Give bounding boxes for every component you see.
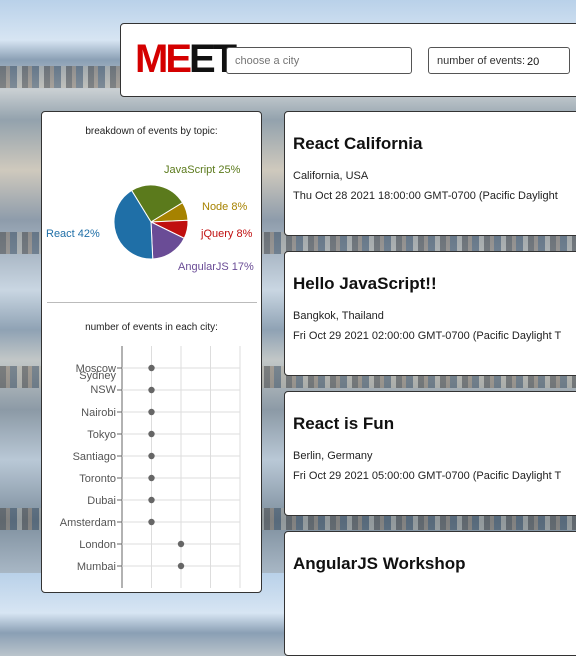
event-location: California, USA (293, 170, 369, 182)
pie-label-react: React 42% (46, 228, 100, 240)
event-title: React is Fun (293, 414, 395, 433)
y-tick-label: Mumbai (77, 561, 116, 573)
event-location: Berlin, Germany (293, 450, 373, 462)
charts-panel: breakdown of events by topic: JavaScript… (41, 111, 262, 593)
data-point-toronto[interactable] (148, 474, 155, 482)
chart-divider (47, 302, 257, 303)
city-chart-title: number of events in each city: (85, 322, 218, 333)
event-card[interactable]: Hello JavaScript!! Bangkok, Thailand Fri… (284, 251, 576, 376)
y-tick-label: Toronto (79, 473, 116, 485)
app-header: MEET number of events: (120, 23, 576, 97)
event-title: AngularJS Workshop (293, 554, 466, 573)
data-point-amsterdam[interactable] (148, 518, 155, 526)
y-tick-label: NSW (90, 384, 116, 396)
event-date: Fri Oct 29 2021 05:00:00 GMT-0700 (Pacif… (293, 470, 562, 482)
city-scatter-chart: MoscowSydneyNSWNairobiTokyoSantiagoToron… (60, 346, 241, 588)
pie-label-jquery: jQuery 8% (200, 228, 253, 240)
pie-label-angularjs: AngularJS 17% (178, 261, 254, 273)
data-point-moscow[interactable] (148, 364, 155, 372)
y-tick-label: Amsterdam (60, 517, 116, 529)
y-tick-label: Tokyo (87, 429, 116, 441)
pie-label-javascript: JavaScript 25% (164, 164, 241, 176)
data-point-nairobi[interactable] (148, 408, 155, 416)
city-search-input[interactable] (226, 47, 412, 74)
event-card[interactable]: React is Fun Berlin, Germany Fri Oct 29 … (284, 391, 576, 516)
event-card[interactable]: AngularJS Workshop (284, 531, 576, 656)
y-tick-label: Nairobi (81, 407, 116, 419)
data-point-london[interactable] (177, 540, 185, 548)
number-of-events-field: number of events: (428, 47, 570, 74)
topic-pie-chart: JavaScript 25% Node 8% jQuery 8% AngularJS … (46, 164, 254, 273)
y-tick-label: Santiago (73, 451, 116, 463)
event-date: Fri Oct 29 2021 02:00:00 GMT-0700 (Pacif… (293, 330, 562, 342)
event-title: Hello JavaScript!! (293, 274, 437, 293)
y-tick-label: London (79, 539, 116, 551)
event-card[interactable]: React California California, USA Thu Oct… (284, 111, 576, 236)
event-date: Thu Oct 28 2021 18:00:00 GMT-0700 (Pacif… (293, 190, 558, 202)
data-point-mumbai[interactable] (177, 562, 185, 570)
event-location: Bangkok, Thailand (293, 310, 384, 322)
data-point-santiago[interactable] (148, 452, 155, 460)
data-point-tokyo[interactable] (148, 430, 155, 438)
y-tick-label: Sydney (79, 370, 116, 382)
pie-label-node: Node 8% (202, 201, 247, 213)
number-of-events-input[interactable] (525, 51, 569, 72)
y-tick-label: Dubai (87, 495, 116, 507)
data-point-dubai[interactable] (148, 496, 155, 504)
app-logo: MEET (135, 37, 237, 81)
event-title: React California (293, 134, 423, 153)
number-of-events-label: number of events: (437, 55, 526, 67)
data-point-sydney-nsw[interactable] (148, 386, 155, 394)
